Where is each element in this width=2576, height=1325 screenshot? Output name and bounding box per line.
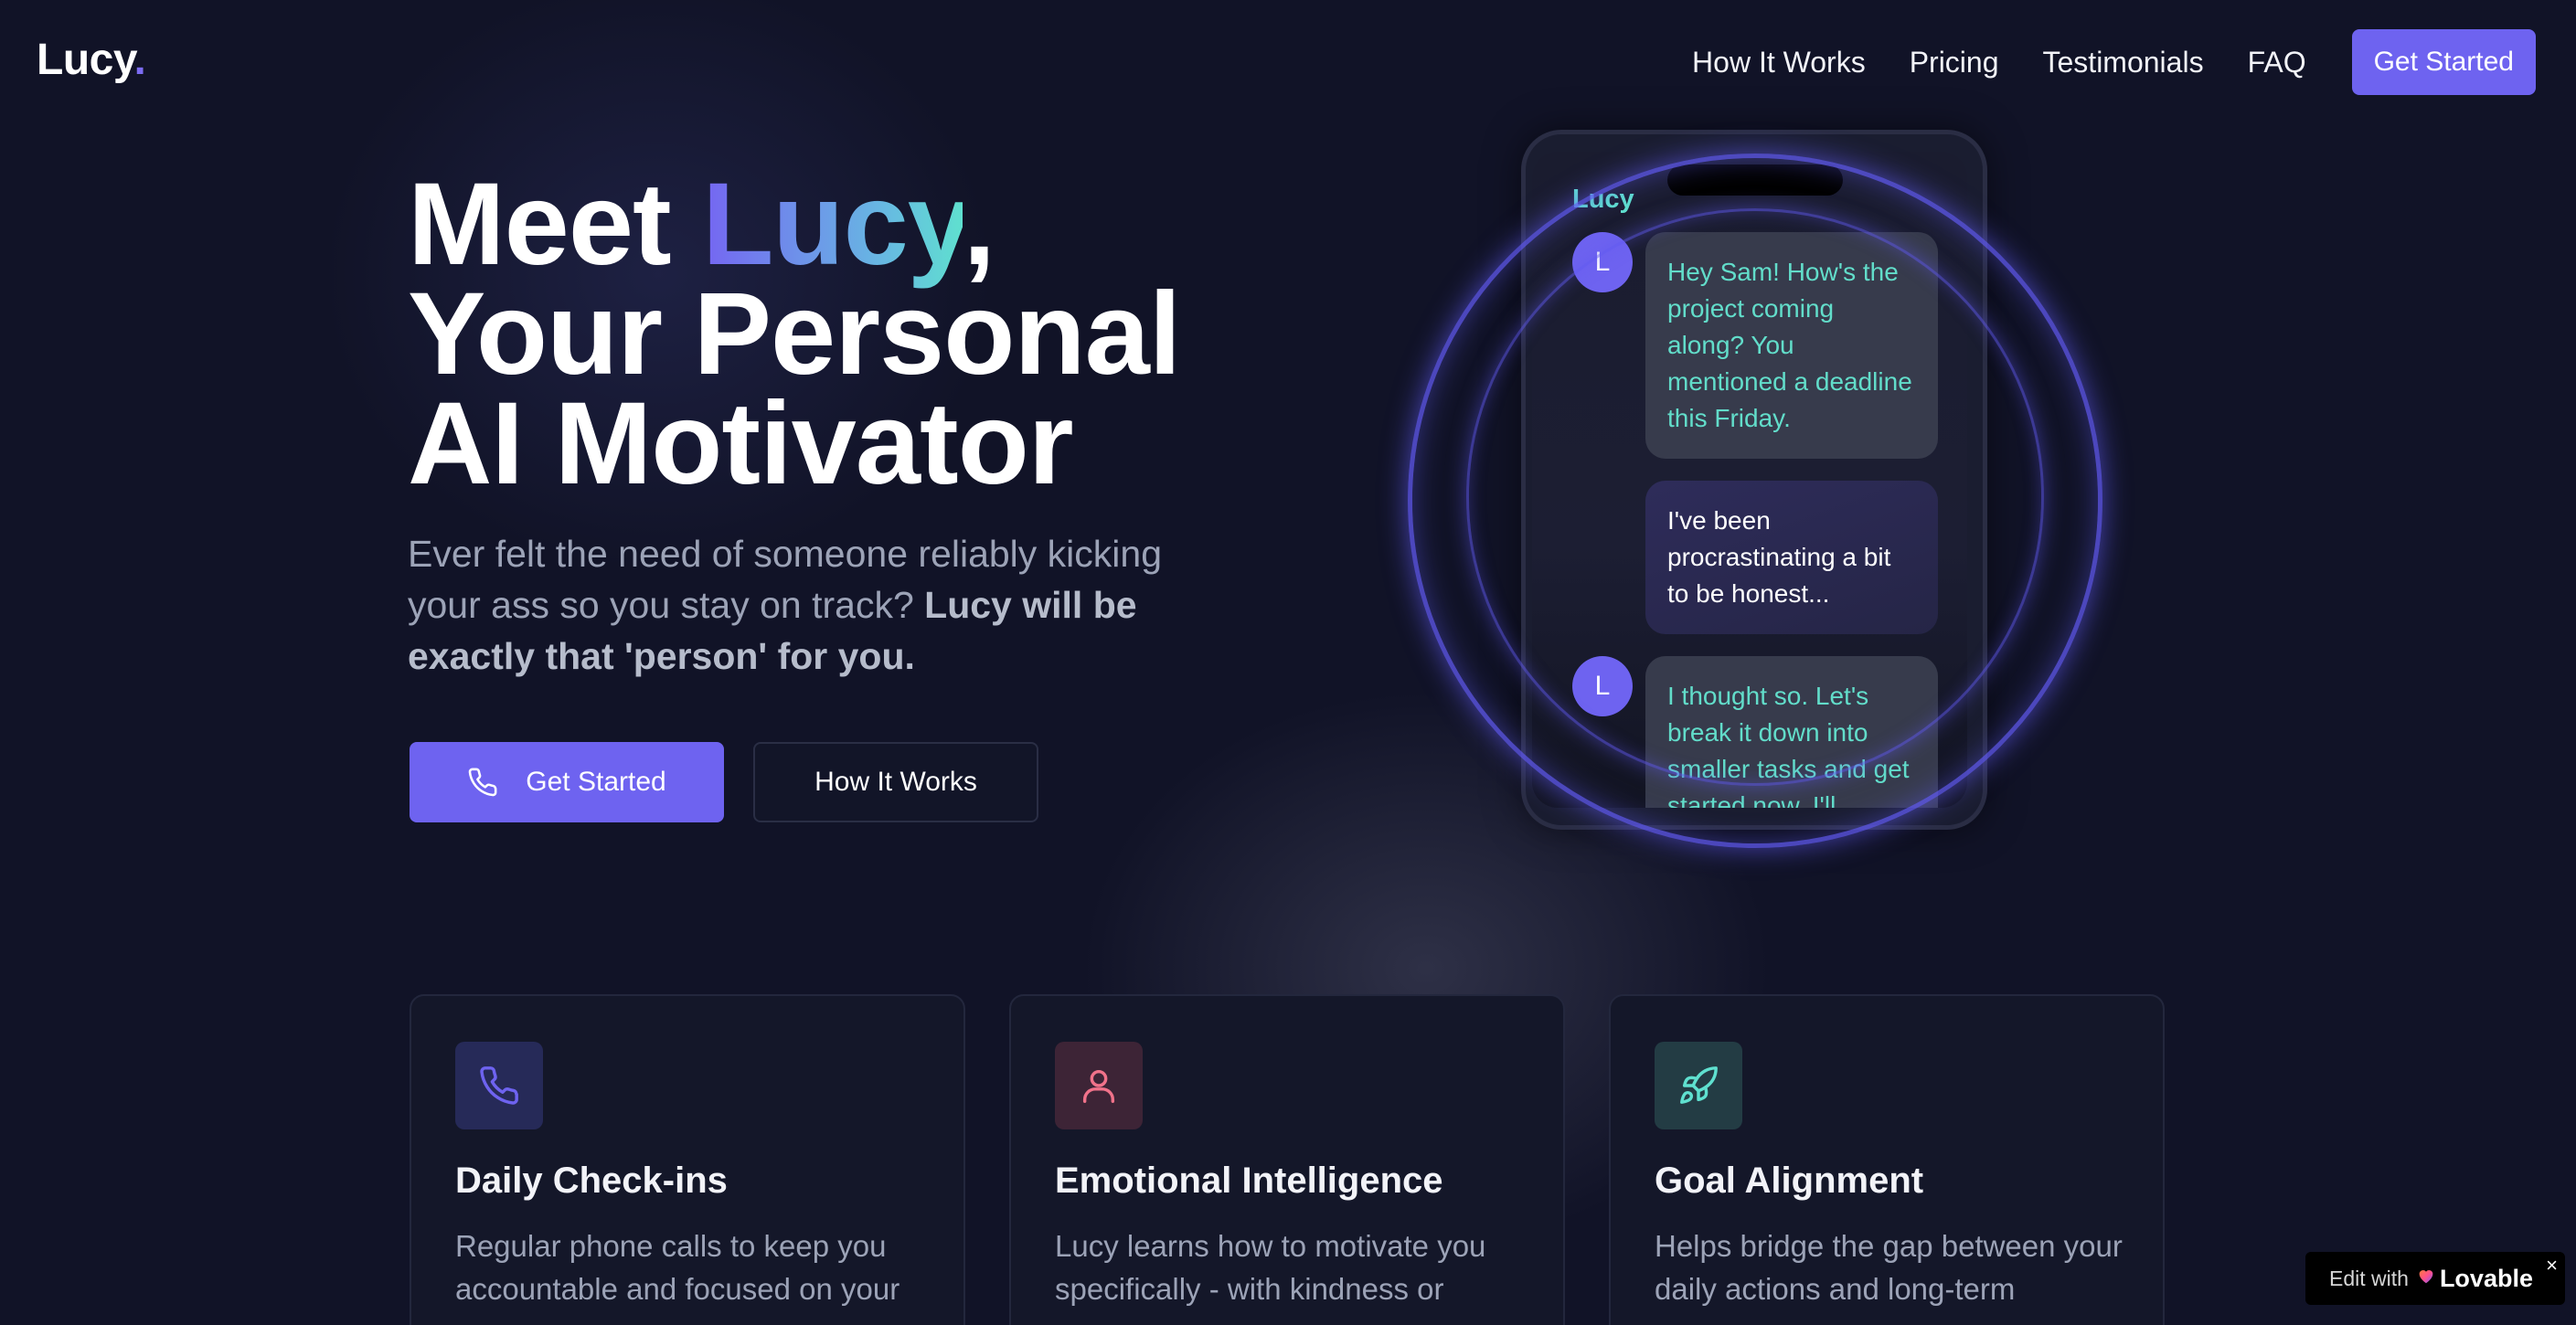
feature-description: Helps bridge the gap between your daily …	[1655, 1229, 2123, 1306]
nav-link-testimonials[interactable]: Testimonials	[2043, 46, 2204, 80]
avatar: L	[1572, 232, 1633, 292]
top-nav: How It Works Pricing Testimonials FAQ Ge…	[1648, 29, 2536, 95]
hero-how-it-works-label: How It Works	[814, 767, 977, 797]
user-icon	[1055, 1042, 1143, 1129]
hero-subtitle: Ever felt the need of someone reliably k…	[408, 528, 1230, 682]
hero-get-started-label: Get Started	[526, 767, 666, 797]
chat-message-user: I've been procrastinating a bit to be ho…	[1645, 481, 1938, 634]
phone-icon	[468, 768, 497, 797]
phone-notch	[1667, 164, 1843, 196]
landing-page: Lucy. How It Works Pricing Testimonials …	[0, 0, 2576, 1325]
edit-with-lovable-badge[interactable]: Edit with Lovable ×	[2305, 1252, 2565, 1305]
hero-how-it-works-button[interactable]: How It Works	[753, 742, 1038, 822]
feature-title: Goal Alignment	[1655, 1161, 1924, 1201]
hero-title-line3: AI Motivator	[408, 378, 1074, 509]
feature-card-goal-alignment: Goal Alignment Helps bridge the gap betw…	[1609, 994, 2165, 1325]
nav-link-how-it-works[interactable]: How It Works	[1692, 46, 1866, 80]
avatar: L	[1572, 656, 1633, 716]
logo[interactable]: Lucy.	[37, 35, 146, 85]
logo-dot: .	[133, 36, 146, 84]
badge-brand: Lovable	[2439, 1264, 2533, 1292]
feature-title: Emotional Intelligence	[1055, 1161, 1443, 1201]
phone-icon	[455, 1042, 543, 1129]
lovable-heart-icon	[2416, 1266, 2436, 1291]
badge-prefix: Edit with	[2329, 1266, 2409, 1290]
feature-description: Lucy learns how to motivate you specific…	[1055, 1229, 1486, 1306]
phone-contact-name: Lucy	[1572, 185, 1634, 214]
logo-text: Lucy	[37, 36, 134, 84]
chat-message-ai: I thought so. Let's break it down into s…	[1645, 656, 1938, 808]
badge-close-icon[interactable]: ×	[2546, 1254, 2558, 1277]
feature-title: Daily Check-ins	[455, 1161, 728, 1201]
feature-description: Regular phone calls to keep you accounta…	[455, 1229, 900, 1306]
chat-message-ai: Hey Sam! How's the project coming along?…	[1645, 232, 1938, 459]
feature-card-emotional-intelligence: Emotional Intelligence Lucy learns how t…	[1009, 994, 1565, 1325]
nav-get-started-button[interactable]: Get Started	[2351, 29, 2536, 95]
nav-link-faq[interactable]: FAQ	[2248, 46, 2306, 80]
hero-get-started-button[interactable]: Get Started	[410, 742, 724, 822]
rocket-icon	[1655, 1042, 1742, 1129]
feature-card-daily-check-ins: Daily Check-ins Regular phone calls to k…	[410, 994, 965, 1325]
chat-area: L Hey Sam! How's the project coming alon…	[1532, 152, 1967, 808]
hero-title: Meet Lucy, Your Personal AI Motivator	[408, 166, 1230, 503]
nav-link-pricing[interactable]: Pricing	[1910, 46, 1999, 80]
